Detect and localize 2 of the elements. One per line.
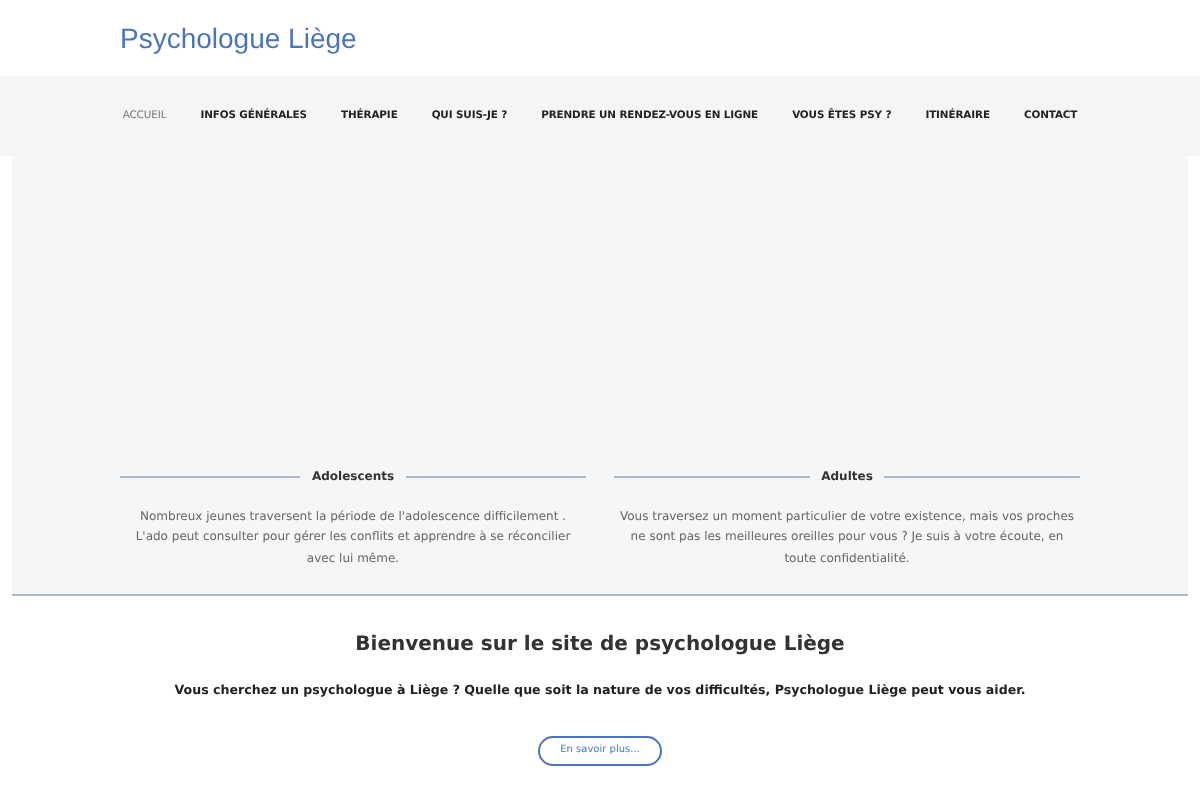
site-title[interactable]: Psychologue Liège xyxy=(120,22,357,54)
welcome-heading: Bienvenue sur le site de psychologue Liège xyxy=(353,634,847,656)
